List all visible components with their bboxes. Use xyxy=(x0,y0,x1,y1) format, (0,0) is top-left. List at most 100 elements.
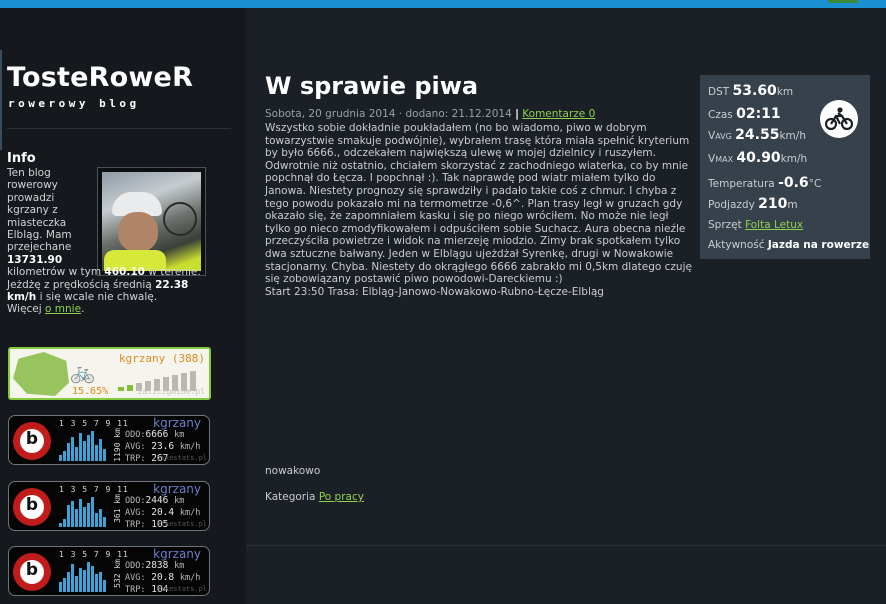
dst-unit: km xyxy=(776,86,794,98)
avg-value: 20.4 xyxy=(151,507,175,518)
chart-bar xyxy=(75,447,78,461)
chart-bar xyxy=(87,503,90,527)
poland-map-icon xyxy=(13,352,69,396)
post-meta: Sobota, 20 grudnia 2014 · dodano: 21.12.… xyxy=(265,108,595,120)
chart-bar xyxy=(59,455,62,461)
odo-label: ODO: xyxy=(125,561,146,571)
meta-separator: | xyxy=(515,108,519,120)
bikestats-logo-icon: b xyxy=(13,422,51,460)
vavg-sub: AVG xyxy=(715,132,732,141)
badge-months: 1 3 5 7 9 11 xyxy=(59,485,129,494)
badge-year-km: 361 km xyxy=(113,494,122,523)
sidebar-divider xyxy=(7,128,231,129)
chart-bar xyxy=(99,509,102,527)
activity-row: Aktywność Jazda na rowerze xyxy=(708,239,869,251)
chart-bar xyxy=(87,435,90,461)
site-title[interactable]: TosteRoweR xyxy=(7,62,193,93)
chart-bar xyxy=(91,566,94,592)
top-bar xyxy=(0,0,886,8)
chart-bar xyxy=(75,509,78,527)
chart-bar xyxy=(91,497,94,527)
zaliczgmine-badge[interactable]: 🚲 15.65% kgrzany (388) zaliczgmine.pl xyxy=(8,347,211,400)
badge-user: kgrzany xyxy=(153,547,201,561)
chart-bar xyxy=(95,513,98,527)
info-more-prefix: Więcej xyxy=(7,303,46,316)
chart-bar xyxy=(103,517,106,527)
category-link[interactable]: Po pracy xyxy=(319,491,364,503)
badge-domain: bikestats.pl xyxy=(156,454,207,462)
bikestats-logo-icon: b xyxy=(13,553,51,591)
chart-bar xyxy=(99,439,102,461)
vavg-row: VAVG 24.55km/h xyxy=(708,127,806,143)
badge-user: kgrzany xyxy=(153,416,201,430)
post-category: Kategoria Po pracy xyxy=(265,491,364,503)
avg-label: AVG: xyxy=(125,442,146,452)
gear-link[interactable]: Folta Letux xyxy=(745,219,803,231)
bikestats-badge-3[interactable]: b 1 3 5 7 9 11 532 km kgrzany ODO:2838 k… xyxy=(8,546,210,596)
post-title[interactable]: W sprawie piwa xyxy=(265,72,478,100)
temp-unit: °C xyxy=(808,178,822,190)
chart-bar xyxy=(71,437,74,461)
chart-bar xyxy=(83,507,86,527)
climb-value: 210 xyxy=(758,196,788,212)
post-body: Wszystko sobie dokładnie poukładałem (no… xyxy=(265,122,695,298)
odo-value: 2838 xyxy=(145,560,169,571)
chart-bar xyxy=(95,445,98,461)
top-bar-button[interactable] xyxy=(828,0,858,3)
odo-value: 6666 xyxy=(145,429,169,440)
info-text-narrow: Ten blog rowerowy prowadzi kgrzany z mia… xyxy=(7,167,95,266)
info-text: Ten blog rowerowy prowadzi kgrzany z mia… xyxy=(7,167,203,316)
badge-chart xyxy=(59,429,111,461)
odo-unit: km xyxy=(174,430,185,440)
level-bar xyxy=(118,387,124,391)
sidebar-edge xyxy=(0,50,2,150)
post-text: Wszystko sobie dokładnie poukładałem (no… xyxy=(265,122,692,286)
badge-year-km: 532 km xyxy=(113,559,122,588)
zaliczgmine-percent: 15.65% xyxy=(72,386,109,397)
trp-label: TRP: xyxy=(125,454,146,464)
chart-bar xyxy=(63,519,66,527)
info-terrain-km: 460.10 xyxy=(104,266,145,279)
badge-year-km: 1190 km xyxy=(113,428,122,462)
info-t2: kilometrów w tym xyxy=(7,266,105,279)
zaliczgmine-user: kgrzany (388) xyxy=(118,352,205,365)
badge-months: 1 3 5 7 9 11 xyxy=(59,419,129,428)
bicycle-icon xyxy=(820,100,858,138)
vmax-unit: km/h xyxy=(780,153,808,165)
chart-bar xyxy=(95,574,98,592)
odo-value: 2446 xyxy=(145,495,169,506)
chart-bar xyxy=(79,499,82,527)
badge-domain: bikestats.pl xyxy=(156,520,207,528)
chart-bar xyxy=(79,568,82,592)
bikestats-badge-1[interactable]: b 1 3 5 7 9 11 1190 km kgrzany ODO:6666 … xyxy=(8,415,210,465)
category-label: Kategoria xyxy=(265,491,316,503)
chart-bar xyxy=(83,441,86,461)
chart-bar xyxy=(67,572,70,592)
about-me-link[interactable]: o mnie xyxy=(45,303,81,315)
odo-unit: km xyxy=(174,561,185,571)
post-route: Start 23:50 Trasa: Elbląg-Janowo-Nowakow… xyxy=(265,285,604,298)
climb-label: Podjazdy xyxy=(708,199,755,211)
badge-chart xyxy=(59,560,111,592)
bikestats-badge-2[interactable]: b 1 3 5 7 9 11 361 km kgrzany ODO:2446 k… xyxy=(8,481,210,531)
post-tag[interactable]: nowakowo xyxy=(265,465,320,477)
avg-label: AVG: xyxy=(125,573,146,583)
info-intro: Ten blog rowerowy prowadzi kgrzany z mia… xyxy=(7,167,72,254)
avg-value: 20.8 xyxy=(151,572,175,583)
info-heading: Info xyxy=(7,151,36,166)
level-bar xyxy=(127,385,133,391)
avg-value: 23.6 xyxy=(151,441,175,452)
site-subtitle: rowerowy blog xyxy=(8,97,140,110)
badge-user: kgrzany xyxy=(153,482,201,496)
badge-chart xyxy=(59,495,111,527)
info-total-km: 13731.90 xyxy=(7,253,63,266)
climb-row: Podjazdy 210m xyxy=(708,196,798,212)
chart-bar xyxy=(103,449,106,461)
comments-link[interactable]: Komentarze 0 xyxy=(522,108,595,120)
post-date: Sobota, 20 grudnia 2014 · dodano: 21.12.… xyxy=(265,108,512,120)
odo-label: ODO: xyxy=(125,496,146,506)
chart-bar xyxy=(71,564,74,592)
chart-bar xyxy=(79,433,82,461)
temp-value: -0.6 xyxy=(778,175,809,191)
avg-label: AVG: xyxy=(125,508,146,518)
